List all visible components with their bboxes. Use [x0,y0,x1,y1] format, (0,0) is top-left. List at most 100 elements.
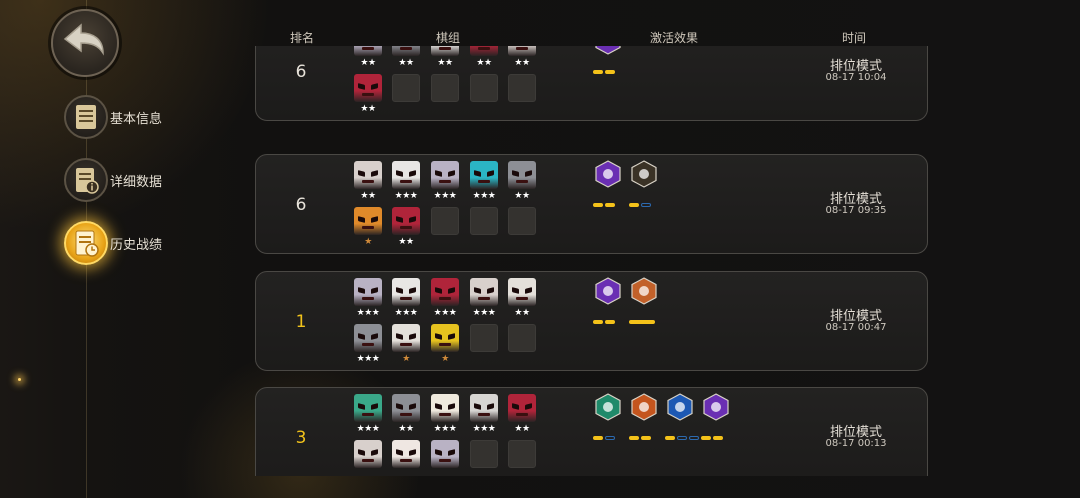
lineup-unit[interactable] [430,74,462,120]
level-bar-active [713,436,723,440]
lineup-unit[interactable]: ★★ [353,46,385,74]
lineup-unit[interactable] [391,440,423,476]
lineup-unit[interactable]: ★★ [353,74,385,120]
empty-slot [470,440,498,468]
lineup-unit[interactable]: ★★★ [430,278,462,324]
level-bar-active [593,436,603,440]
red-demon-icon [354,74,382,102]
star-level: ★★★ [356,354,380,364]
star-level: ★★★ [433,191,457,201]
nav-history-record[interactable]: 历史战绩 [64,221,214,265]
level-bar-inactive [641,203,651,207]
lineup-unit[interactable]: ★★★ [430,394,462,440]
lineup-unit[interactable]: ★★★ [353,278,385,324]
white-cat-knight-icon [431,440,459,468]
nav-label: 基本信息 [110,112,163,127]
lineup-unit[interactable]: ★★★ [469,278,501,324]
lineup-unit[interactable] [430,440,462,476]
lineup-unit[interactable] [507,440,539,476]
nav-basic-info[interactable]: 基本信息 [64,95,214,139]
synergy-item[interactable] [626,160,666,207]
lineup-unit[interactable] [469,440,501,476]
back-button[interactable] [51,9,119,77]
lineup-unit[interactable]: ★★ [507,161,539,207]
lineup-unit[interactable]: ★ [430,324,462,370]
header-rank: 排名 [290,31,315,45]
red-demon-icon [508,394,536,422]
star-level: ★ [441,354,449,364]
grey-helm-warrior-icon [354,324,382,352]
lineup-unit[interactable]: ★★★ [469,161,501,207]
star-level: ★★ [437,58,453,68]
lineup-unit[interactable]: ★★ [430,46,462,74]
rank-value: 6 [295,62,307,82]
star-level: ★★ [514,308,530,318]
lineup-unit[interactable]: ★★ [507,394,539,440]
star-level: ★★ [398,237,414,247]
lineup-unit[interactable]: ★★★ [469,394,501,440]
lineup-unit[interactable]: ★★★ [391,278,423,324]
red-demon-icon [470,46,498,56]
star-level: ★★★ [394,191,418,201]
star-level: ★★★ [472,424,496,434]
purple-demon-hex-icon [703,393,729,421]
lineup-unit[interactable]: ★ [391,324,423,370]
match-record-card[interactable]: 1 ★★★ ★★★ ★★★ ★★★ ★★ ★★★ ★ ★ 排位模式 08-17 00:47 [255,271,928,371]
synergy-level-bars [629,425,653,440]
lineup-unit[interactable]: ★★ [507,46,539,74]
lineup-unit[interactable]: ★★★ [353,394,385,440]
lineup-unit[interactable] [430,207,462,253]
white-masked-ogre-icon [392,278,420,306]
star-level: ★★ [476,58,492,68]
synergy-item[interactable] [590,393,630,440]
synergy-item[interactable] [662,393,702,440]
synergy-item[interactable] [626,393,666,440]
match-record-card[interactable]: 6 ★★ ★★ ★★ ★★ ★★ ★★ 排位模式 08-17 10:04 [255,46,928,121]
synergy-item[interactable] [590,277,630,324]
white-horned-demon-icon [470,278,498,306]
lineup-unit[interactable] [507,207,539,253]
lineup-unit[interactable]: ★★ [391,207,423,253]
star-level: ★★★ [433,424,457,434]
nav-label: 详细数据 [110,175,163,190]
lineup-unit[interactable] [469,324,501,370]
lineup-unit[interactable]: ★ [353,207,385,253]
nav-detailed-data[interactable]: 详细数据 [64,158,214,202]
match-history-list[interactable]: 6 ★★ ★★ ★★ ★★ ★★ ★★ 排位模式 08-17 10:04 6 ★★ ★★★ ★★★ ★★★… [250,46,935,476]
synergy-level-bars [593,192,617,207]
synergy-item[interactable] [590,46,630,74]
synergy-item[interactable] [590,160,630,207]
green-dragon-icon [354,394,382,422]
star-level: ★★ [398,424,414,434]
lineup-unit[interactable]: ★★ [391,46,423,74]
match-record-card[interactable]: 6 ★★ ★★★ ★★★ ★★★ ★★ ★ ★★ 排位模式 08-17 09:35 [255,154,928,254]
white-horned-demon-icon [354,161,382,189]
lineup-unit[interactable] [469,207,501,253]
synergy-list [590,160,780,210]
lineup-unit[interactable]: ★★ [391,394,423,440]
lineup-unit[interactable] [391,74,423,120]
lineup-unit[interactable]: ★★★ [391,161,423,207]
white-horned-demon-icon [354,440,382,468]
skull-mask-icon [508,278,536,306]
synergy-item[interactable] [698,393,738,440]
lineup-unit[interactable] [507,324,539,370]
synergy-level-bars [665,425,701,440]
lineup-unit[interactable]: ★★★ [430,161,462,207]
lineup-unit[interactable] [469,74,501,120]
red-demon-icon [431,278,459,306]
lineup-unit[interactable] [507,74,539,120]
synergy-item[interactable] [626,277,666,324]
lineup-unit[interactable]: ★★ [507,278,539,324]
cyan-goblin-mech-icon [470,161,498,189]
star-level: ★★ [514,58,530,68]
lineup-unit[interactable]: ★★ [353,161,385,207]
rank-value: 6 [295,195,307,215]
lineup-unit[interactable]: ★★★ [353,324,385,370]
level-bar-active [593,70,603,74]
match-record-card[interactable]: 3 ★★★ ★★ ★★★ ★★★ ★★ 排位模式 08-17 00:13 [255,387,928,476]
empty-slot [508,324,536,352]
lineup-unit[interactable] [353,440,385,476]
star-level: ★★ [514,424,530,434]
lineup-unit[interactable]: ★★ [469,46,501,74]
